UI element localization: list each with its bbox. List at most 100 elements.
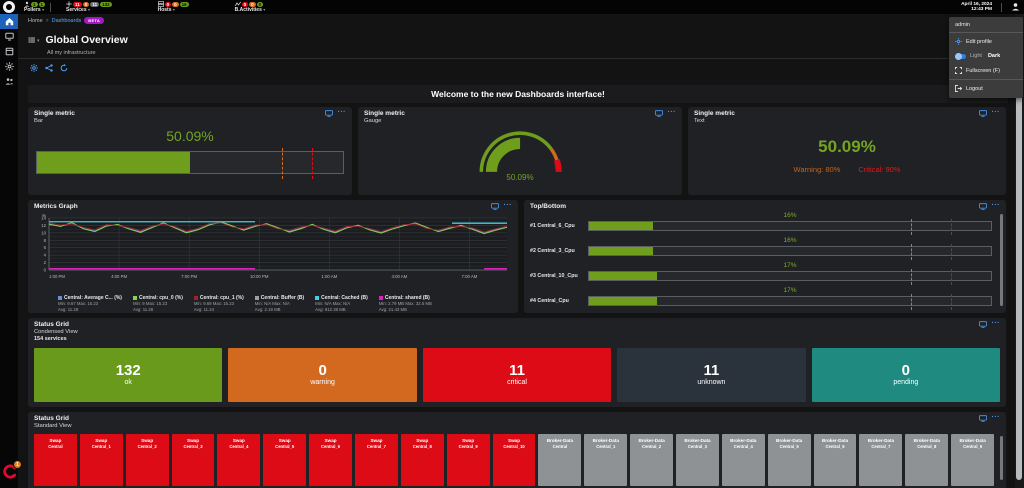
service-tile[interactable]: SwapCentral_3 bbox=[172, 434, 215, 486]
service-tile[interactable]: Broker-DataCentral_3 bbox=[676, 434, 719, 486]
status-tile-pending[interactable]: 0pending bbox=[812, 348, 1000, 402]
service-tile[interactable]: SwapCentral_8 bbox=[401, 434, 444, 486]
status-count: 132 bbox=[116, 363, 141, 379]
legend-avg: Avg: 11.28 bbox=[133, 307, 183, 313]
widget-more-menu[interactable]: ··· bbox=[992, 415, 1001, 421]
legend-color-swatch bbox=[133, 296, 137, 300]
metric-bar-track bbox=[588, 221, 992, 231]
sidebar-item-home[interactable] bbox=[0, 14, 18, 29]
service-tile[interactable]: SwapCentral_1 bbox=[80, 434, 123, 486]
edit-profile-menu-item[interactable]: Edit profile bbox=[949, 34, 1023, 49]
service-tile[interactable]: Broker-DataCentral_5 bbox=[768, 434, 811, 486]
sidebar-item-administration[interactable] bbox=[0, 74, 18, 89]
service-tile[interactable]: SwapCentral bbox=[34, 434, 77, 486]
widget-scrollbar[interactable] bbox=[1000, 436, 1003, 480]
top-bottom-row: #4 Central_Cpu17% bbox=[530, 287, 992, 312]
topbar-menu-hosts[interactable]: 0016Hosts ▾ bbox=[158, 0, 189, 14]
widget-display-icon[interactable] bbox=[979, 203, 987, 210]
widget-more-menu[interactable]: ··· bbox=[992, 321, 1001, 327]
centreon-logo-icon[interactable] bbox=[3, 1, 15, 13]
sidebar-item-reporting[interactable] bbox=[0, 44, 18, 59]
host-name: Central_9 bbox=[951, 444, 994, 449]
svg-text:0: 0 bbox=[44, 268, 47, 273]
service-tile[interactable]: Broker-DataCentral_2 bbox=[630, 434, 673, 486]
sidebar-item-monitoring[interactable] bbox=[0, 29, 18, 44]
logout-menu-item[interactable]: Logout bbox=[949, 81, 1023, 96]
legend-entry[interactable]: Central: Buffer (B)Min: N/A Max: N/AAvg:… bbox=[255, 295, 304, 312]
service-tile[interactable]: SwapCentral_7 bbox=[355, 434, 398, 486]
widget-display-icon[interactable] bbox=[979, 415, 987, 422]
widget-more-menu[interactable]: ··· bbox=[992, 110, 1001, 116]
legend-entry[interactable]: Central: Average C... (%)Min: 9.67 Max: … bbox=[58, 295, 122, 312]
widget-more-menu[interactable]: ··· bbox=[338, 110, 347, 116]
widget-metrics-graph: Metrics Graph ··· 1:00 PM4:00 PM7:00 PM1… bbox=[28, 200, 518, 313]
widget-display-icon[interactable] bbox=[655, 110, 663, 117]
breadcrumb-home-link[interactable]: Home bbox=[28, 18, 43, 24]
host-name: Central_8 bbox=[905, 444, 948, 449]
share-dashboard-button[interactable] bbox=[44, 63, 53, 72]
widget-display-icon[interactable] bbox=[979, 110, 987, 117]
legend-entry[interactable]: Central: cpu_0 (%)Min: 9 Max: 15.23Avg: … bbox=[133, 295, 183, 312]
service-tile[interactable]: SwapCentral_10 bbox=[493, 434, 536, 486]
service-tile[interactable]: SwapCentral_5 bbox=[263, 434, 306, 486]
host-name: Central_6 bbox=[814, 444, 857, 449]
theme-toggle[interactable] bbox=[955, 54, 966, 59]
sidebar-item-configuration[interactable] bbox=[0, 59, 18, 74]
status-label: critical bbox=[507, 379, 527, 387]
fullscreen-menu-item[interactable]: Fullscreen (F) bbox=[949, 63, 1023, 78]
widget-single-metric-bar: Single metric Bar ··· 50.09% bbox=[28, 107, 352, 195]
centreon-notification-logo[interactable]: 1 bbox=[2, 460, 24, 482]
status-tile-ok[interactable]: 132ok bbox=[34, 348, 222, 402]
dashboard-picker-button[interactable]: ▦ ▾ bbox=[28, 36, 39, 45]
theme-toggle-item[interactable]: Light Dark bbox=[949, 49, 1023, 63]
topbar-menu-b-activities[interactable]: 000B.Activities ▾ bbox=[235, 0, 266, 14]
status-tile-critical[interactable]: 11critical bbox=[423, 348, 611, 402]
svg-text:10: 10 bbox=[41, 230, 46, 235]
status-label: warning bbox=[310, 379, 335, 387]
logout-label: Logout bbox=[966, 86, 983, 92]
widget-single-metric-text: Single metric Text ··· 50.09% Warning: 8… bbox=[688, 107, 1006, 195]
user-dropdown-username: admin bbox=[949, 19, 1023, 31]
widget-scrollbar[interactable] bbox=[1000, 214, 1003, 306]
topbar-menus: 11Pollers ▾ 11011132Services ▾ 0016Hosts ▾… bbox=[24, 0, 265, 14]
metric-bar-track bbox=[588, 271, 992, 281]
widget-more-menu[interactable]: ··· bbox=[504, 203, 513, 209]
legend-entry[interactable]: Central: Cached (B)Min: N/A Max: N/AAvg:… bbox=[315, 295, 368, 312]
metric-bar-fill bbox=[37, 152, 190, 173]
topbar-menu-services[interactable]: 11011132Services ▾ bbox=[66, 0, 112, 14]
service-tile[interactable]: SwapCentral_4 bbox=[217, 434, 260, 486]
widget-more-menu[interactable]: ··· bbox=[668, 110, 677, 116]
widget-display-icon[interactable] bbox=[979, 321, 987, 328]
status-tile-warning[interactable]: 0warning bbox=[228, 348, 416, 402]
topbar-menu-pollers[interactable]: 11Pollers ▾ bbox=[24, 0, 45, 14]
edit-dashboard-button[interactable] bbox=[29, 63, 38, 72]
service-tile[interactable]: SwapCentral_9 bbox=[447, 434, 490, 486]
host-name: Central_9 bbox=[447, 444, 490, 449]
svg-text:4:00 AM: 4:00 AM bbox=[391, 274, 407, 279]
status-tile-unknown[interactable]: 11unknown bbox=[617, 348, 805, 402]
theme-light-label: Light bbox=[970, 53, 982, 59]
page-scrollbar-thumb[interactable] bbox=[1016, 50, 1022, 480]
service-tile[interactable]: SwapCentral_6 bbox=[309, 434, 352, 486]
legend-entry[interactable]: Central: cpu_1 (%)Min: 9.69 Max: 15.23Av… bbox=[194, 295, 244, 312]
service-tile[interactable]: Broker-DataCentral_4 bbox=[722, 434, 765, 486]
service-tile[interactable]: Broker-DataCentral_9 bbox=[951, 434, 994, 486]
status-badge-ok: 0 bbox=[257, 2, 264, 7]
service-tile[interactable]: SwapCentral_2 bbox=[126, 434, 169, 486]
widget-display-icon[interactable] bbox=[491, 203, 499, 210]
host-name: Central_10 bbox=[493, 444, 536, 449]
service-tile[interactable]: Broker-DataCentral bbox=[538, 434, 581, 486]
service-tile[interactable]: Broker-DataCentral_7 bbox=[859, 434, 902, 486]
widget-display-icon[interactable] bbox=[325, 110, 333, 117]
legend-entry[interactable]: Central: shared (B)Min: 2.79 MB Max: 32.… bbox=[379, 295, 432, 312]
service-tile[interactable]: Broker-DataCentral_8 bbox=[905, 434, 948, 486]
service-tile[interactable]: Broker-DataCentral_1 bbox=[584, 434, 627, 486]
administration-icon bbox=[5, 77, 14, 86]
widget-more-menu[interactable]: ··· bbox=[992, 203, 1001, 209]
breadcrumb-dashboards-link[interactable]: Dashboards bbox=[52, 18, 82, 24]
menu-divider bbox=[949, 79, 1023, 80]
refresh-dashboard-button[interactable] bbox=[59, 63, 68, 72]
services-count: 154 services bbox=[34, 336, 78, 343]
service-tile[interactable]: Broker-DataCentral_6 bbox=[814, 434, 857, 486]
status-badge-ok: 1 bbox=[31, 2, 38, 7]
